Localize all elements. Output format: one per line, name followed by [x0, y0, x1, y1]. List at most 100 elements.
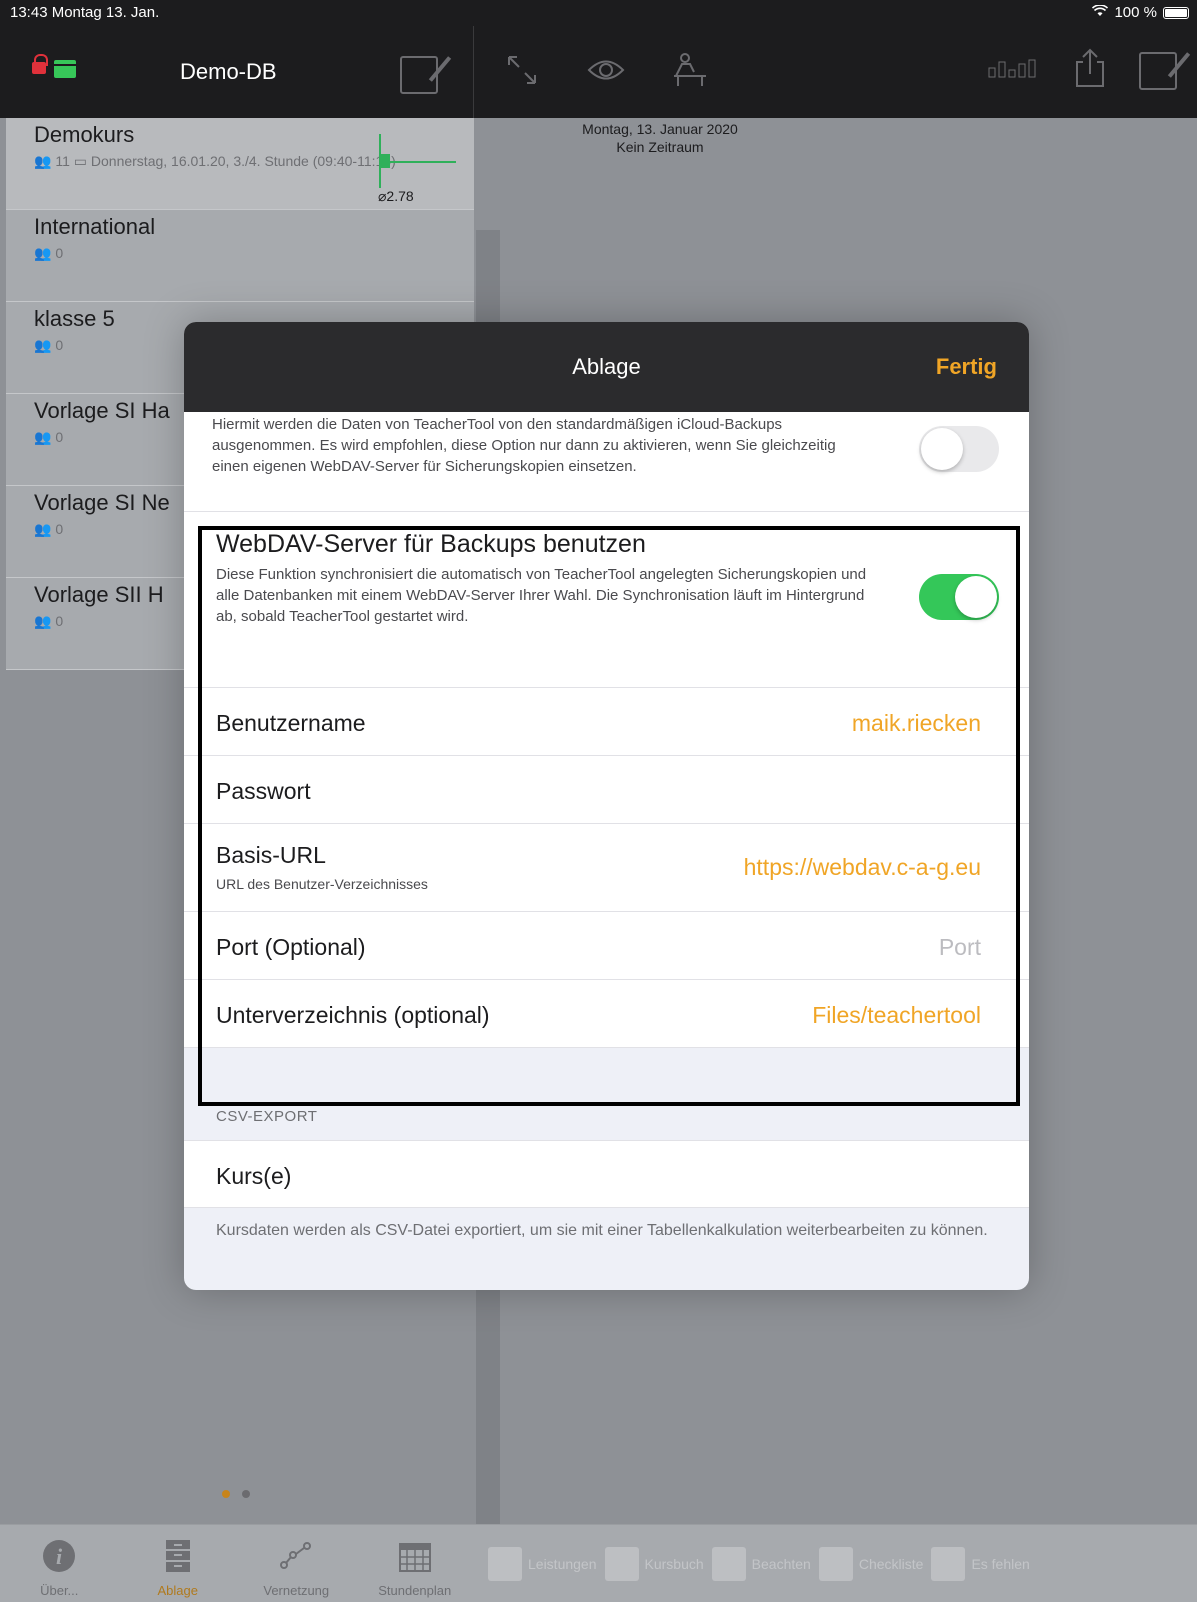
baseurl-label: Basis-URL [216, 842, 326, 868]
grade-sparkline [379, 134, 456, 188]
expand-icon[interactable] [500, 48, 544, 92]
students-icon: 👥 [34, 429, 52, 445]
toggle-knob [921, 428, 963, 470]
tab-label: Kursbuch [644, 1555, 704, 1572]
icloud-exclude-toggle[interactable] [919, 426, 999, 472]
student-count: 11 [55, 153, 70, 169]
webdav-cell: WebDAV-Server für Backups benutzen Diese… [184, 512, 1029, 688]
course-row[interactable]: Demokurs 👥 11 ▭ Donnerstag, 16.01.20, 3.… [6, 118, 474, 210]
port-row[interactable]: Port (Optional) Port [184, 912, 1029, 980]
share-icon[interactable] [1075, 48, 1105, 93]
port-input[interactable]: Port [939, 934, 981, 961]
status-right: 100 % [1092, 4, 1189, 21]
username-label: Benutzername [216, 710, 366, 736]
course-detail: 👥 0 [34, 244, 474, 262]
webdav-toggle[interactable] [919, 574, 999, 620]
subdir-label: Unterverzeichnis (optional) [216, 1002, 490, 1028]
detail-nav-icons [500, 48, 712, 92]
baseurl-row[interactable]: Basis-URL URL des Benutzer-Verzeichnisse… [184, 824, 1029, 912]
student-count: 0 [55, 337, 64, 353]
students-icon: 👥 [34, 245, 52, 261]
main-tab-bar: i Über... Ablage Vernetzung Stundenplan [0, 1524, 474, 1602]
tab-label: Checkliste [858, 1555, 924, 1572]
tab-label: Ablage [157, 1583, 198, 1598]
tab-label: Es fehlen [971, 1555, 1030, 1572]
done-button[interactable]: Fertig [936, 354, 997, 380]
grade-average: ⌀2.78 [378, 188, 414, 204]
teacher-desk-icon[interactable] [668, 48, 712, 92]
screen: 13:43 Montag 13. Jan. 100 % Demo-DB Demo… [0, 0, 1197, 1602]
tab-es-fehlen[interactable]: Es fehlen [931, 1546, 1030, 1581]
subdir-value[interactable]: Files/teachertool [812, 1002, 981, 1029]
webdav-title: WebDAV-Server für Backups benutzen [216, 530, 646, 558]
chart-icon [488, 1546, 522, 1581]
calendar-icon [398, 1539, 432, 1573]
detail-range: Kein Zeitraum [616, 139, 704, 155]
cabinet-icon [161, 1539, 195, 1573]
compose-icon[interactable] [400, 56, 438, 94]
tab-checkliste[interactable]: Checkliste [818, 1546, 924, 1581]
tab-beachten[interactable]: Beachten [711, 1546, 811, 1581]
archive-box-icon[interactable] [54, 60, 76, 78]
student-count: 0 [55, 429, 64, 445]
students-icon: 👥 [34, 153, 52, 169]
toggle-knob [955, 576, 997, 618]
detail-nav-right [987, 48, 1177, 93]
students-icon: 👥 [34, 521, 52, 537]
absent-icon [931, 1546, 966, 1581]
student-count: 0 [55, 613, 64, 629]
username-value[interactable]: maik.riecken [852, 710, 981, 737]
statistics-icon[interactable] [987, 58, 1041, 83]
csv-section-header: CSV-EXPORT [184, 1088, 1029, 1140]
page-dot [242, 1490, 250, 1498]
password-row[interactable]: Passwort [184, 756, 1029, 824]
compose-detail-icon[interactable] [1139, 51, 1177, 90]
tab-label: Stundenplan [378, 1583, 452, 1598]
csv-export-courses-row[interactable]: Kurs(e) [184, 1140, 1029, 1208]
password-label: Passwort [216, 778, 311, 804]
battery-icon [1163, 6, 1189, 19]
warning-icon [711, 1546, 746, 1581]
next-lesson: Donnerstag, 16.01.20, 3./4. Stunde (09:4… [90, 153, 396, 169]
eye-icon[interactable] [584, 48, 628, 92]
students-icon: 👥 [34, 337, 52, 353]
baseurl-value[interactable]: https://webdav.c-a-g.eu [744, 854, 981, 881]
csv-header-label: CSV-EXPORT [216, 1108, 318, 1125]
webdav-description: Diese Funktion synchronisiert die automa… [216, 566, 867, 625]
tab-vernetzung[interactable]: Vernetzung [237, 1525, 356, 1602]
nav-bar: Demo-DB [0, 26, 1197, 118]
csv-item-label: Kurs(e) [216, 1163, 292, 1189]
course-tab-bar: Leistungen Kursbuch Beachten Checkliste … [474, 1524, 1197, 1602]
tab-leistungen[interactable]: Leistungen [488, 1546, 597, 1581]
icloud-exclude-cell: Hiermit werden die Daten von TeacherTool… [184, 412, 1029, 512]
modal-header: Ablage Fertig [184, 322, 1029, 412]
ablage-modal: Ablage Fertig Hiermit werden die Daten v… [184, 322, 1029, 1290]
page-dot-active [222, 1490, 230, 1498]
course-row[interactable]: International 👥 0 [6, 210, 474, 302]
students-icon: 👥 [34, 613, 52, 629]
lock-icon[interactable] [32, 54, 48, 74]
calendar-small-icon: ▭ [73, 153, 87, 169]
tab-kursbuch[interactable]: Kursbuch [604, 1546, 704, 1581]
sidebar-nav: Demo-DB [0, 26, 474, 118]
tab-stundenplan[interactable]: Stundenplan [356, 1525, 475, 1602]
wifi-icon [1092, 4, 1109, 21]
tab-about[interactable]: i Über... [0, 1525, 119, 1602]
page-indicator[interactable] [222, 1490, 250, 1498]
csv-footer: Kursdaten werden als CSV-Datei exportier… [216, 1222, 988, 1239]
tab-label: Leistungen [528, 1555, 597, 1572]
subdir-row[interactable]: Unterverzeichnis (optional) Files/teache… [184, 980, 1029, 1048]
course-name: International [34, 214, 156, 239]
port-label: Port (Optional) [216, 934, 366, 960]
modal-title: Ablage [572, 354, 641, 379]
username-row[interactable]: Benutzername maik.riecken [184, 688, 1029, 756]
info-icon: i [42, 1539, 76, 1573]
tab-ablage[interactable]: Ablage [119, 1525, 238, 1602]
svg-text:i: i [56, 1544, 63, 1569]
book-icon [604, 1546, 639, 1581]
detail-date: Montag, 13. Januar 2020 [582, 121, 738, 137]
student-count: 0 [55, 521, 64, 537]
tab-label: Vernetzung [263, 1583, 330, 1598]
detail-header: Montag, 13. Januar 2020 Kein Zeitraum [500, 120, 820, 156]
